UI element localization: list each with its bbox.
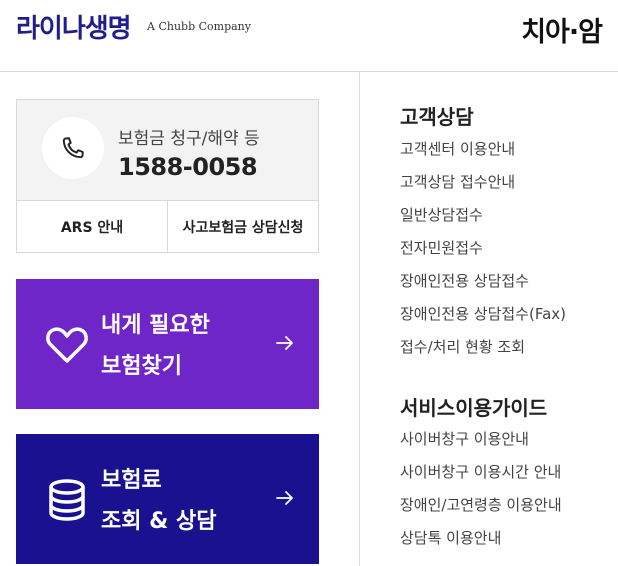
call-center-label: 보험금 청구/해약 등 (118, 129, 260, 149)
find-insurance-title-line1: 내게 필요한 (101, 313, 210, 338)
heart-icon (46, 327, 88, 363)
page-title: 치아·암 (521, 17, 603, 48)
ars-guide-button[interactable]: ARS 안내 (17, 201, 168, 252)
arrow-right-icon (276, 491, 293, 505)
find-insurance-title: 내게 필요한 보험찾기 (101, 305, 210, 387)
disabled-consultation-link[interactable]: 장애인전용 상담접수 (400, 270, 529, 291)
premium-inquiry-title-line1: 보험료 (101, 468, 162, 493)
cyber-counter-hours-link[interactable]: 사이버창구 이용시간 안내 (400, 461, 561, 482)
column-divider (359, 72, 360, 566)
premium-inquiry-title: 보험료 조회 & 상담 (101, 460, 216, 542)
arrow-right-icon (276, 336, 293, 350)
find-insurance-banner[interactable]: 내게 필요한 보험찾기 (16, 279, 319, 409)
customer-center-guide-link[interactable]: 고객센터 이용안내 (400, 138, 515, 159)
disabled-elderly-guide-link[interactable]: 장애인/고연령층 이용안내 (400, 494, 562, 515)
general-consultation-link[interactable]: 일반상담접수 (400, 204, 483, 225)
call-center-info: 보험금 청구/해약 등 1588-0058 (17, 100, 318, 201)
coins-stack-icon (49, 479, 85, 521)
disabled-consultation-fax-link[interactable]: 장애인전용 상담접수(Fax) (400, 303, 566, 324)
consultation-intake-guide-link[interactable]: 고객상담 접수안내 (400, 171, 515, 192)
brand-logo-subtitle: A Chubb Company (147, 20, 251, 33)
accident-claim-consult-button[interactable]: 사고보험금 상담신청 (168, 201, 318, 252)
premium-inquiry-title-line2: 조회 & 상담 (101, 509, 217, 534)
phone-icon (42, 117, 104, 179)
customer-support-heading: 고객상담 (400, 105, 474, 129)
cyber-counter-guide-link[interactable]: 사이버창구 이용안내 (400, 428, 529, 449)
call-center-number[interactable]: 1588-0058 (118, 153, 258, 181)
brand-logo[interactable]: 라이나생명 (16, 8, 132, 45)
find-insurance-title-line2: 보험찾기 (101, 354, 182, 379)
call-center-card: 보험금 청구/해약 등 1588-0058 ARS 안내 사고보험금 상담신청 (16, 99, 319, 253)
chat-consultation-guide-link[interactable]: 상담톡 이용안내 (400, 527, 501, 548)
premium-inquiry-banner[interactable]: 보험료 조회 & 상담 (16, 434, 319, 564)
service-guide-heading: 서비스이용가이드 (400, 396, 548, 420)
header: 라이나생명 A Chubb Company 치아·암 (0, 0, 618, 72)
intake-status-inquiry-link[interactable]: 접수/처리 현황 조회 (400, 336, 525, 357)
electronic-complaint-link[interactable]: 전자민원접수 (400, 237, 483, 258)
